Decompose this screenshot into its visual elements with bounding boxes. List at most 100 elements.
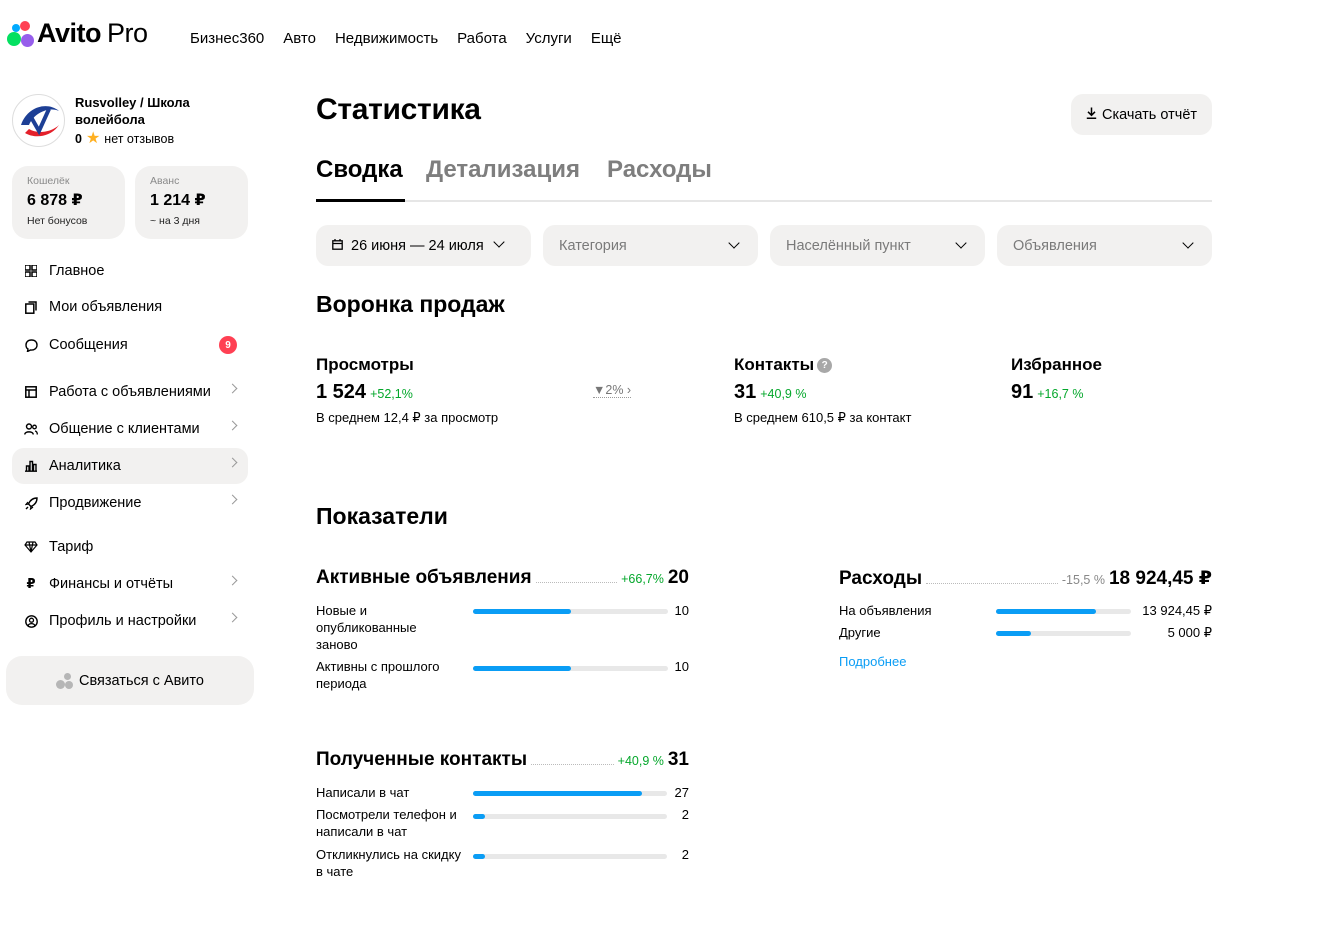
progress-bar bbox=[473, 666, 668, 671]
logo-dots-icon bbox=[7, 20, 35, 48]
profile-icon bbox=[24, 614, 38, 628]
sidebar-item-clients[interactable]: Общение с клиентами bbox=[12, 411, 248, 447]
row-value: 5 000 ₽ bbox=[1167, 625, 1212, 640]
row-label: Новые и опубликованные заново bbox=[316, 603, 417, 652]
rating-value: 0 bbox=[75, 132, 82, 146]
profile-name[interactable]: Rusvolley / Школа волейбола bbox=[75, 94, 215, 128]
expenses-header: Расходы -15,5 % 18 924,45 ₽ bbox=[839, 567, 1212, 590]
received-contacts-header: Полученные контакты +40,9 % 31 bbox=[316, 749, 689, 771]
city-filter[interactable]: Населённый пункт bbox=[770, 225, 985, 266]
sidebar-item-tariff[interactable]: Тариф bbox=[12, 529, 248, 565]
block-value: 31 bbox=[667, 749, 689, 770]
advance-card[interactable]: Аванс 1 214 ₽ ~ на 3 дня bbox=[135, 166, 248, 239]
download-report-button[interactable]: Скачать отчёт bbox=[1071, 94, 1212, 135]
chevron-right-icon bbox=[227, 383, 238, 394]
ads-filter[interactable]: Объявления bbox=[997, 225, 1212, 266]
tab-details[interactable]: Детализация bbox=[426, 156, 580, 202]
metric-title: Контакты bbox=[734, 355, 815, 374]
nav-more[interactable]: Ещё bbox=[591, 30, 622, 47]
ruble-icon: ₽ bbox=[26, 576, 36, 591]
nav-business360[interactable]: Бизнес360 bbox=[190, 30, 264, 47]
profile-rating[interactable]: 0 ★ нет отзывов bbox=[75, 131, 215, 147]
sidebar-item-analytics[interactable]: Аналитика bbox=[12, 448, 248, 484]
row-value: 13 924,45 ₽ bbox=[1142, 603, 1212, 618]
date-range-value: 26 июня — 24 июля bbox=[351, 237, 484, 254]
sidebar-item-label: Общение с клиентами bbox=[49, 421, 200, 437]
download-report-label: Скачать отчёт bbox=[1101, 106, 1198, 123]
page-title: Статистика bbox=[316, 93, 481, 126]
avatar[interactable] bbox=[12, 94, 65, 147]
metric-title: Просмотры bbox=[316, 355, 414, 374]
progress-bar bbox=[473, 791, 667, 796]
metric-value: 31 bbox=[734, 381, 757, 403]
sidebar-item-label: Тариф bbox=[49, 539, 94, 555]
chevron-right-icon bbox=[227, 612, 238, 623]
block-title: Расходы bbox=[839, 568, 923, 589]
funnel-icon: ▼ bbox=[593, 383, 606, 397]
stats-tabs: Сводка Детализация Расходы bbox=[316, 156, 1212, 202]
sidebar-item-label: Работа с объявлениями bbox=[49, 384, 211, 400]
progress-fill bbox=[473, 666, 571, 671]
unread-badge: 9 bbox=[219, 336, 237, 354]
block-title: Полученные контакты bbox=[316, 749, 528, 770]
metric-delta: +52,1% bbox=[370, 387, 413, 401]
sidebar-item-my-ads[interactable]: Мои объявления bbox=[12, 289, 248, 325]
category-placeholder: Категория bbox=[559, 237, 627, 254]
expenses-more-link[interactable]: Подробнее bbox=[839, 654, 906, 669]
profile-card[interactable]: Rusvolley / Школа волейбола 0 ★ нет отзы… bbox=[12, 94, 215, 147]
conversion-link[interactable]: ▼2% › bbox=[593, 383, 632, 398]
nav-services[interactable]: Услуги bbox=[526, 30, 572, 47]
sidebar-item-label: Финансы и отчёты bbox=[49, 576, 174, 592]
tab-expenses[interactable]: Расходы bbox=[607, 156, 712, 202]
chat-icon bbox=[24, 338, 38, 352]
avito-pro-logo[interactable]: Avito Pro bbox=[7, 18, 148, 49]
metric-value: 91 bbox=[1011, 381, 1034, 403]
chevron-right-icon: › bbox=[623, 383, 632, 397]
city-placeholder: Населённый пункт bbox=[786, 237, 911, 254]
chevron-down-icon bbox=[493, 236, 505, 248]
row-value: 10 bbox=[674, 659, 689, 674]
board-icon bbox=[24, 385, 38, 399]
row-value: 2 bbox=[681, 847, 689, 862]
nav-auto[interactable]: Авто bbox=[283, 30, 316, 47]
conversion-value: 2% bbox=[605, 383, 624, 397]
top-navigation: Бизнес360 Авто Недвижимость Работа Услуг… bbox=[190, 30, 622, 47]
chevron-down-icon bbox=[728, 237, 740, 249]
sidebar-item-promotion[interactable]: Продвижение bbox=[12, 485, 248, 521]
nav-realty[interactable]: Недвижимость bbox=[335, 30, 438, 47]
sidebar-item-label: Продвижение bbox=[49, 495, 142, 511]
download-icon bbox=[1086, 107, 1097, 122]
ads-placeholder: Объявления bbox=[1013, 237, 1097, 254]
progress-fill bbox=[473, 791, 642, 796]
nav-jobs[interactable]: Работа bbox=[457, 30, 507, 47]
sidebar-item-ads-work[interactable]: Работа с объявлениями bbox=[12, 374, 248, 410]
advance-amount: 1 214 ₽ bbox=[150, 192, 206, 209]
chevron-right-icon bbox=[227, 575, 238, 586]
contact-avito-button[interactable]: Связаться с Авито bbox=[6, 656, 254, 705]
sidebar-item-label: Профиль и настройки bbox=[49, 613, 197, 629]
tab-summary[interactable]: Сводка bbox=[316, 156, 405, 202]
rusvolley-logo-icon bbox=[15, 97, 64, 146]
date-range-filter[interactable]: 26 июня — 24 июля bbox=[316, 225, 531, 266]
wallet-card[interactable]: Кошелёк 6 878 ₽ Нет бонусов bbox=[12, 166, 125, 239]
metric-value: 1 524 bbox=[316, 381, 367, 403]
block-value: 18 924,45 ₽ bbox=[1108, 568, 1212, 589]
category-filter[interactable]: Категория bbox=[543, 225, 758, 266]
chart-icon bbox=[24, 459, 38, 473]
progress-fill bbox=[996, 609, 1096, 614]
help-icon[interactable]: ? bbox=[817, 358, 833, 374]
sidebar-item-main[interactable]: Главное bbox=[12, 253, 248, 289]
progress-fill bbox=[473, 814, 485, 819]
logo-text: Avito Pro bbox=[37, 18, 148, 48]
row-label: Посмотрели телефон и написали в чат bbox=[316, 807, 457, 839]
sidebar-item-messages[interactable]: Сообщения 9 bbox=[12, 327, 248, 363]
sidebar-item-finance[interactable]: ₽ Финансы и отчёты bbox=[12, 566, 248, 602]
sidebar-item-profile-settings[interactable]: Профиль и настройки bbox=[12, 603, 248, 639]
rocket-icon bbox=[24, 496, 38, 510]
wallet-label: Кошелёк bbox=[27, 175, 70, 187]
contact-avito-label: Связаться с Авито bbox=[79, 672, 204, 689]
metric-delta: +40,9 % bbox=[760, 387, 807, 401]
chevron-down-icon bbox=[955, 237, 967, 249]
sidebar-item-label: Главное bbox=[49, 263, 105, 279]
reviews-text: нет отзывов bbox=[104, 132, 175, 146]
